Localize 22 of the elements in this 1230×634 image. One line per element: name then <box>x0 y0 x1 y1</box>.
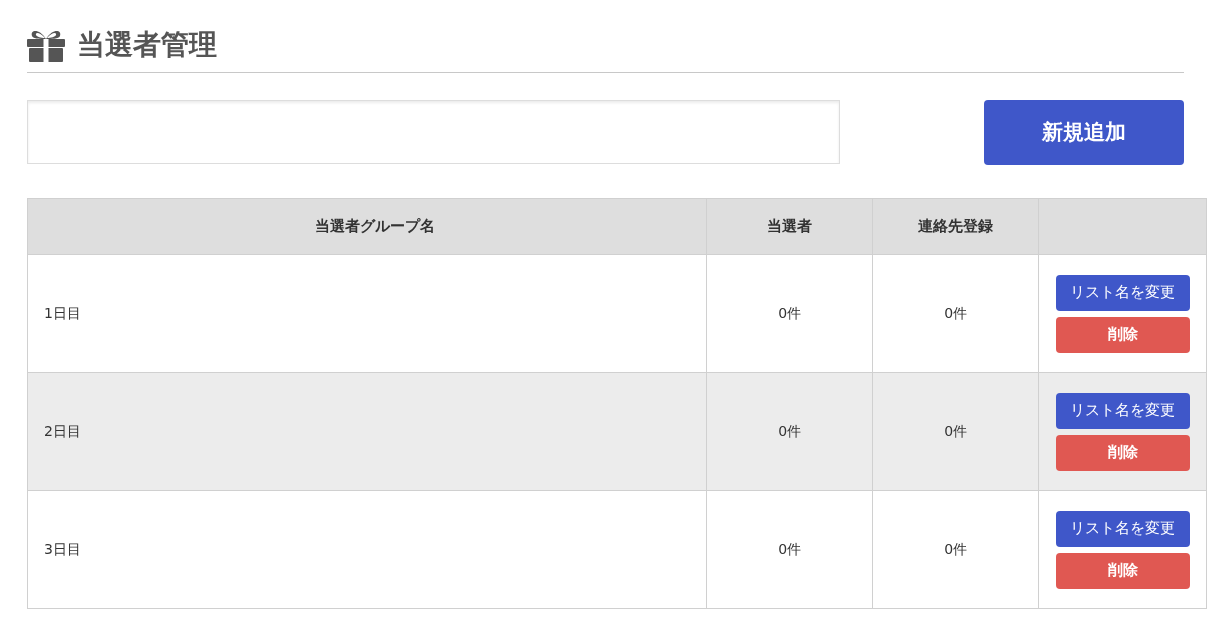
delete-button[interactable]: 削除 <box>1055 552 1190 589</box>
column-header: 当選者グループ名 <box>27 198 707 255</box>
table-cell: 3日目 <box>27 490 707 609</box>
table-cell: 0件 <box>706 490 873 609</box>
page-title: 当選者管理 <box>77 28 217 62</box>
rename-button[interactable]: リスト名を変更 <box>1055 274 1190 311</box>
table-cell: 0件 <box>872 254 1039 373</box>
table-cell: 1日目 <box>27 254 707 373</box>
table-cell: 0件 <box>706 372 873 491</box>
column-header: 連絡先登録 <box>872 198 1039 255</box>
rename-button[interactable]: リスト名を変更 <box>1055 510 1190 547</box>
table-cell: 0件 <box>706 254 873 373</box>
add-button[interactable]: 新規追加 <box>984 100 1184 165</box>
table-cell: 2日目 <box>27 372 707 491</box>
gift-icon <box>27 28 65 62</box>
table-cell: 0件 <box>872 372 1039 491</box>
search-field[interactable] <box>27 100 840 164</box>
delete-button[interactable]: 削除 <box>1055 434 1190 471</box>
rename-button[interactable]: リスト名を変更 <box>1055 392 1190 429</box>
delete-button[interactable]: 削除 <box>1055 316 1190 353</box>
column-header: 当選者 <box>706 198 873 255</box>
table-cell: 0件 <box>872 490 1039 609</box>
